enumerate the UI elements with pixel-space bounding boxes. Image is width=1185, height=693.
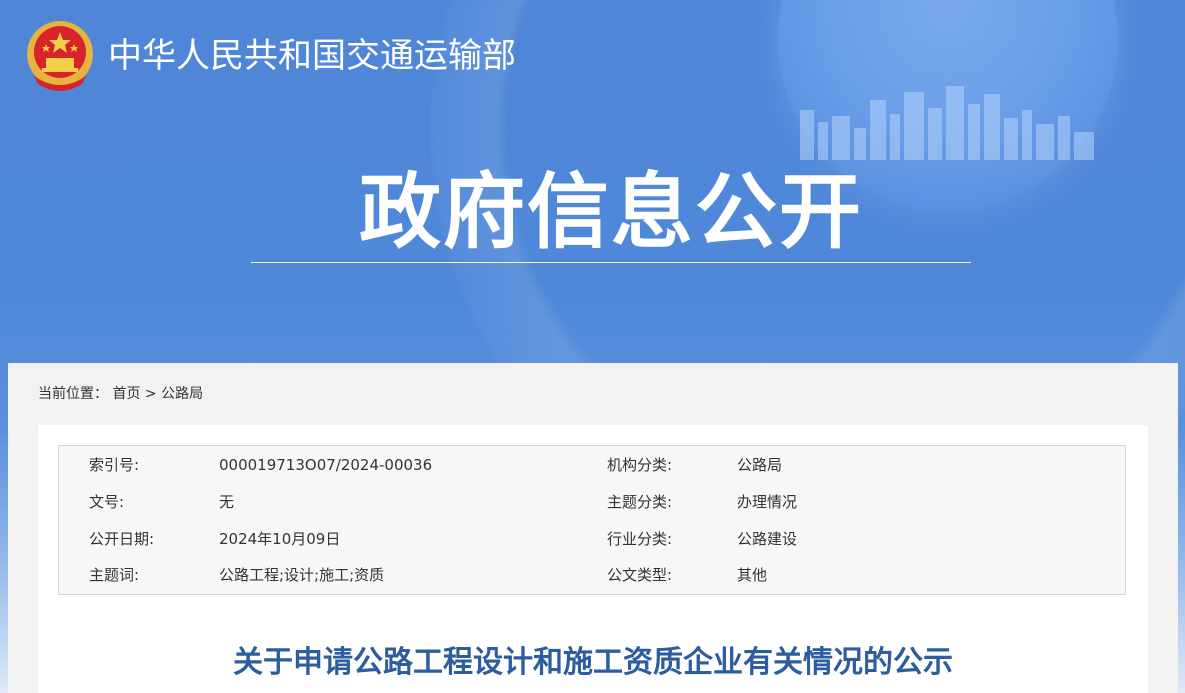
national-emblem-icon <box>27 21 93 91</box>
metadata-key: 公文类型: <box>607 566 673 584</box>
metadata-key: 公开日期: <box>89 530 155 548</box>
breadcrumb: 当前位置： 首页 > 公路局 <box>38 383 203 405</box>
metadata-value: 公路局 <box>737 456 783 474</box>
document-title: 关于申请公路工程设计和施工资质企业有关情况的公示 <box>233 645 953 680</box>
metadata-key: 机构分类: <box>607 456 673 474</box>
metadata-row: 主题词: 公路工程;设计;施工;资质 公文类型: 其他 <box>59 560 1125 590</box>
metadata-row: 公开日期: 2024年10月09日 行业分类: 公路建设 <box>59 524 1125 554</box>
metadata-value: 公路建设 <box>737 530 798 548</box>
section-title: 政府信息公开 <box>358 165 863 260</box>
metadata-key: 主题词: <box>89 566 140 584</box>
metadata-key: 行业分类: <box>607 530 673 548</box>
ministry-name: 中华人民共和国交通运输部 <box>108 36 516 76</box>
metadata-key: 索引号: <box>89 456 140 474</box>
metadata-value: 000019713O07/2024-00036 <box>219 456 433 474</box>
breadcrumb-home-link[interactable]: 首页 <box>112 386 140 402</box>
metadata-value: 无 <box>219 493 235 511</box>
metadata-value: 公路工程;设计;施工;资质 <box>219 566 385 584</box>
breadcrumb-current-link[interactable]: 公路局 <box>161 386 203 402</box>
metadata-row: 索引号: 000019713O07/2024-00036 机构分类: 公路局 <box>59 450 1125 480</box>
city-skyline-icon <box>800 86 1094 160</box>
breadcrumb-separator: > <box>144 386 157 402</box>
metadata-value: 其他 <box>737 566 768 584</box>
article-panel: 索引号: 000019713O07/2024-00036 机构分类: 公路局 文… <box>38 425 1148 693</box>
title-divider <box>251 262 971 263</box>
metadata-value: 办理情况 <box>737 493 798 511</box>
metadata-key: 主题分类: <box>607 493 673 511</box>
breadcrumb-label: 当前位置： <box>38 386 108 402</box>
main-content: 当前位置： 首页 > 公路局 索引号: 000019713O07/2024-00… <box>8 363 1178 693</box>
metadata-value: 2024年10月09日 <box>219 530 341 548</box>
metadata-key: 文号: <box>89 493 125 511</box>
metadata-table: 索引号: 000019713O07/2024-00036 机构分类: 公路局 文… <box>58 445 1126 595</box>
metadata-row: 文号: 无 主题分类: 办理情况 <box>59 487 1125 517</box>
